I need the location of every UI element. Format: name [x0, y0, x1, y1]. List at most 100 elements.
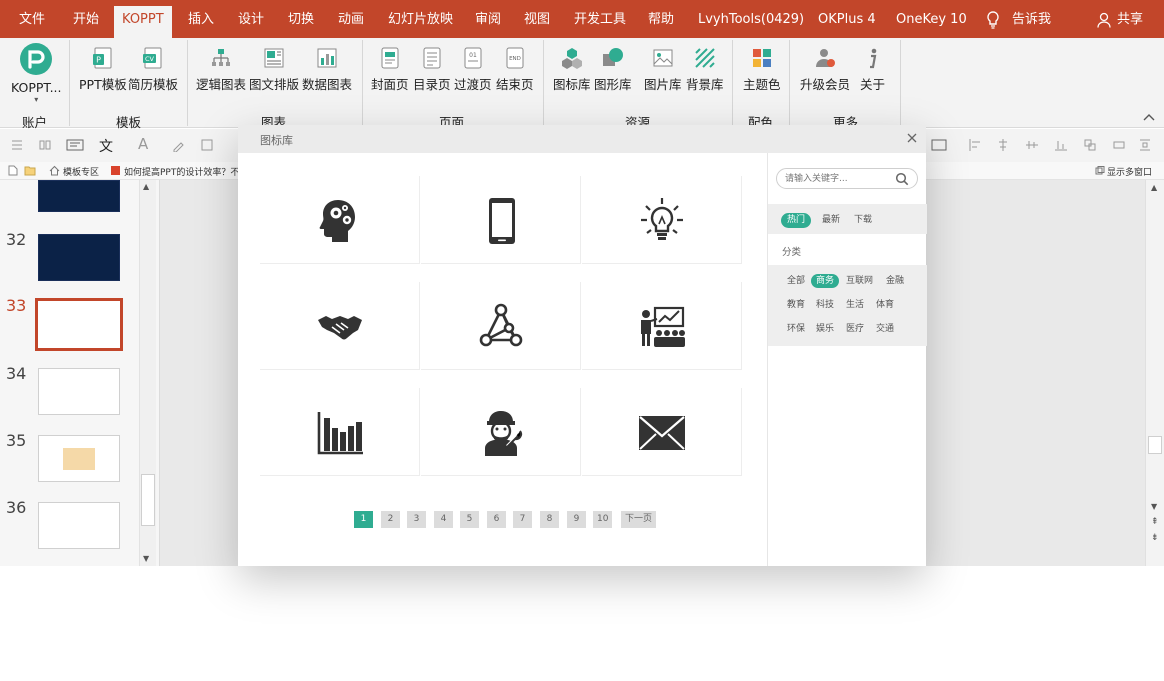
- menu-koppt[interactable]: KOPPT: [114, 6, 172, 38]
- logic-chart-button[interactable]: 逻辑图表: [196, 46, 246, 93]
- resume-template-button[interactable]: CV 简历模板: [128, 46, 178, 93]
- search-box[interactable]: [776, 168, 918, 189]
- menu-animations[interactable]: 动画: [338, 0, 364, 38]
- slide-thumbnail-31[interactable]: [38, 180, 120, 212]
- menu-insert[interactable]: 插入: [188, 0, 214, 38]
- font-color-icon[interactable]: A: [138, 135, 148, 153]
- ppt-template-button[interactable]: P PPT模板: [79, 46, 127, 93]
- share-button[interactable]: 共享: [1117, 0, 1143, 38]
- icon-tile-lightbulb[interactable]: [582, 176, 742, 264]
- end-page-button[interactable]: END 结束页: [496, 46, 534, 93]
- menu-transitions[interactable]: 切换: [288, 0, 314, 38]
- scroll-down-icon[interactable]: ▼: [1151, 502, 1157, 511]
- slide-thumbnail-35[interactable]: [38, 435, 120, 482]
- page-button-9[interactable]: 9: [567, 511, 586, 528]
- cover-page-button[interactable]: 封面页: [371, 46, 409, 93]
- icon-tile-smartphone[interactable]: [421, 176, 581, 264]
- menu-design[interactable]: 设计: [238, 0, 264, 38]
- user-icon[interactable]: [1097, 12, 1111, 28]
- icon-tile-presentation[interactable]: [582, 282, 742, 370]
- category-tech[interactable]: 科技: [811, 298, 839, 312]
- show-multi-window-button[interactable]: 显示多窗口: [1107, 165, 1152, 178]
- dialog-title-bar[interactable]: 图标库: [238, 125, 926, 153]
- text-style-icon[interactable]: 文: [99, 136, 113, 156]
- image-text-layout-button[interactable]: 图文排版: [249, 46, 299, 93]
- align-center-icon[interactable]: [996, 138, 1010, 152]
- lightbulb-icon[interactable]: [986, 11, 1000, 29]
- new-file-icon[interactable]: [8, 165, 18, 176]
- about-button[interactable]: 关于: [860, 46, 885, 93]
- editor-scrollbar[interactable]: ▲ ▼ ⇞ ⇟: [1145, 180, 1164, 566]
- menu-slideshow[interactable]: 幻灯片放映: [388, 0, 453, 38]
- eyedropper-icon[interactable]: [172, 138, 186, 152]
- page-button-6[interactable]: 6: [487, 511, 506, 528]
- folder-icon[interactable]: [24, 165, 36, 176]
- shape-library-button[interactable]: 图形库: [594, 46, 632, 93]
- menu-okplus[interactable]: OKPlus 4: [818, 0, 876, 38]
- menu-file[interactable]: 文件: [19, 0, 45, 38]
- slide-thumbnail-36[interactable]: [38, 502, 120, 549]
- category-transport[interactable]: 交通: [871, 322, 899, 336]
- align-icon[interactable]: [10, 138, 24, 152]
- category-finance[interactable]: 金融: [881, 274, 909, 288]
- scrollbar-thumb[interactable]: [1148, 436, 1162, 454]
- upgrade-member-button[interactable]: 升级会员: [800, 46, 850, 93]
- slide-thumbnail-33[interactable]: [35, 298, 123, 351]
- menu-view[interactable]: 视图: [524, 0, 550, 38]
- icon-tile-bar-chart[interactable]: [260, 388, 420, 476]
- arrange-icon[interactable]: [1112, 138, 1126, 152]
- category-life[interactable]: 生活: [841, 298, 869, 312]
- icon-library-button[interactable]: 图标库: [553, 46, 591, 93]
- icon-tile-envelope[interactable]: [582, 388, 742, 476]
- category-medical[interactable]: 医疗: [841, 322, 869, 336]
- background-library-button[interactable]: 背景库: [686, 46, 724, 93]
- search-input[interactable]: [785, 171, 895, 187]
- next-page-button[interactable]: 下一页: [621, 511, 657, 528]
- previous-slide-icon[interactable]: ⇞: [1151, 518, 1159, 527]
- menu-home[interactable]: 开始: [73, 0, 99, 38]
- theme-color-button[interactable]: 主题色: [743, 46, 781, 93]
- textbox-icon[interactable]: [66, 138, 84, 152]
- page-button-10[interactable]: 10: [593, 511, 613, 528]
- close-icon[interactable]: [905, 131, 919, 145]
- distribute-icon[interactable]: [38, 138, 52, 152]
- transition-page-button[interactable]: 01 过渡页: [454, 46, 492, 93]
- category-environment[interactable]: 环保: [782, 322, 810, 336]
- scrollbar-thumb[interactable]: [141, 474, 155, 526]
- data-chart-button[interactable]: 数据图表: [302, 46, 352, 93]
- filter-latest[interactable]: 最新: [816, 213, 846, 228]
- slide-thumbnail-32[interactable]: [38, 234, 120, 281]
- menu-lvyhtools[interactable]: LvyhTools(0429): [698, 0, 804, 38]
- page-button-8[interactable]: 8: [540, 511, 559, 528]
- page-button-3[interactable]: 3: [407, 511, 426, 528]
- scroll-up-icon[interactable]: ▲: [1151, 183, 1157, 192]
- slide-thumbnail-34[interactable]: [38, 368, 120, 415]
- page-button-2[interactable]: 2: [381, 511, 400, 528]
- image-library-button[interactable]: 图片库: [644, 46, 682, 93]
- filter-download[interactable]: 下载: [848, 213, 878, 228]
- menu-review[interactable]: 审阅: [475, 0, 501, 38]
- page-button-5[interactable]: 5: [460, 511, 479, 528]
- slide-panel-scrollbar[interactable]: ▲ ▼: [139, 180, 156, 566]
- menu-developer[interactable]: 开发工具: [574, 0, 626, 38]
- scroll-down-icon[interactable]: ▼: [143, 554, 149, 563]
- category-education[interactable]: 教育: [782, 298, 810, 312]
- menu-onekey[interactable]: OneKey 10: [896, 0, 967, 38]
- frame-icon[interactable]: [931, 138, 949, 152]
- filter-hot[interactable]: 热门: [781, 213, 812, 228]
- document-tab[interactable]: 如何提高PPT的设计效率？不妨: [124, 165, 239, 178]
- distribute-vertical-icon[interactable]: [1138, 138, 1152, 152]
- category-entertainment[interactable]: 娱乐: [811, 322, 839, 336]
- category-business[interactable]: 商务: [811, 274, 840, 288]
- align-left-icon[interactable]: [968, 138, 982, 152]
- template-zone-tab[interactable]: 模板专区: [63, 165, 99, 178]
- align-bottom-icon[interactable]: [1054, 138, 1068, 152]
- koppt-account-button[interactable]: KOPPT... ▾: [11, 42, 62, 104]
- menu-help[interactable]: 帮助: [648, 0, 674, 38]
- page-button-7[interactable]: 7: [513, 511, 532, 528]
- category-internet[interactable]: 互联网: [841, 274, 878, 288]
- toc-page-button[interactable]: 目录页: [413, 46, 451, 93]
- category-all[interactable]: 全部: [782, 274, 810, 288]
- align-middle-icon[interactable]: [1025, 138, 1039, 152]
- collapse-ribbon-icon[interactable]: [1143, 112, 1155, 122]
